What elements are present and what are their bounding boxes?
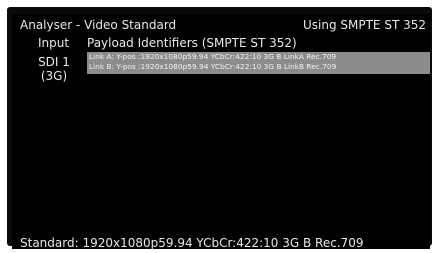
input-column-header: Input	[38, 36, 70, 50]
payload-identifier-list[interactable]: Link A: Y-pos :1920x1080p59.94 YCbCr:422…	[87, 52, 430, 74]
input-selector[interactable]: SDI 1 (3G)	[32, 55, 76, 83]
window-title: Analyser - Video Standard	[20, 18, 177, 32]
input-name: SDI 1	[38, 55, 70, 69]
analyser-screen: Analyser - Video Standard Using SMPTE ST…	[12, 14, 430, 249]
standard-source-status: Using SMPTE ST 352	[302, 18, 426, 32]
detected-standard: Standard: 1920x1080p59.94 YCbCr:422:10 3…	[20, 236, 364, 249]
list-item[interactable]: Link A: Y-pos :1920x1080p59.94 YCbCr:422…	[87, 52, 430, 62]
input-rate: (3G)	[40, 69, 68, 83]
list-item[interactable]: Link B: Y-pos :1920x1080p59.94 YCbCr:422…	[87, 62, 430, 72]
payload-column-header: Payload Identifiers (SMPTE ST 352)	[87, 36, 297, 50]
